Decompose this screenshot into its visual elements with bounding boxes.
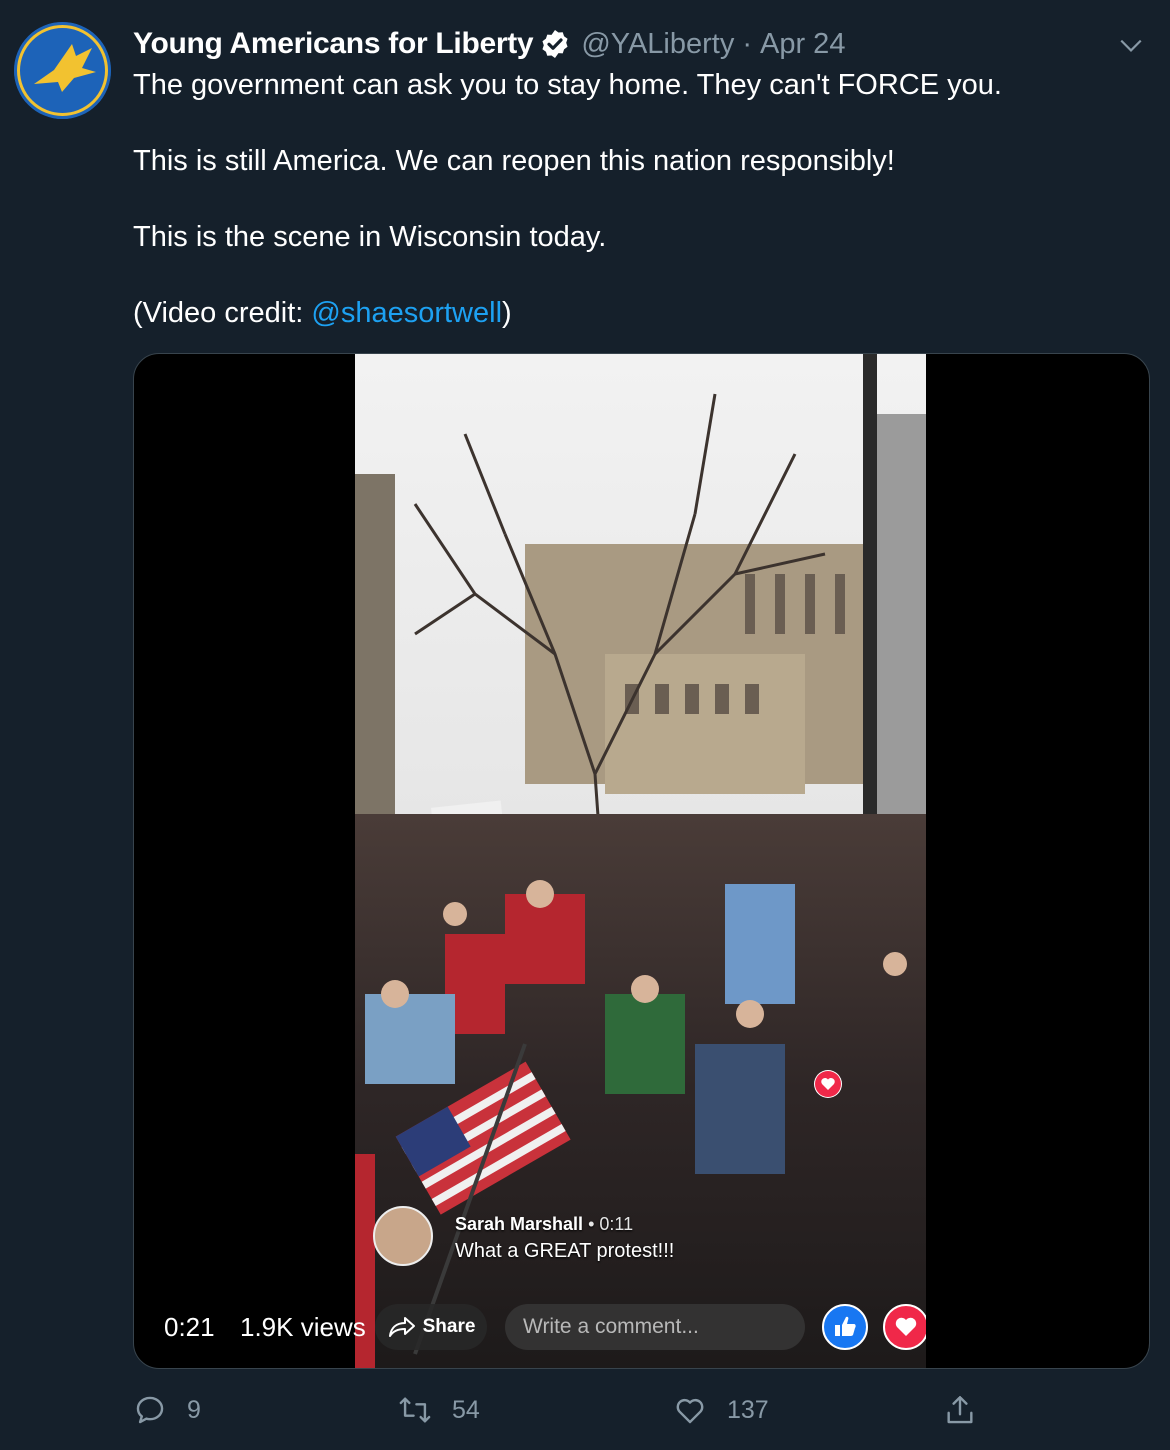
avatar[interactable] [14, 22, 111, 119]
credit-mention-link[interactable]: @shaesortwell [311, 297, 502, 329]
love-reaction-button[interactable] [883, 1304, 926, 1350]
floating-heart-reaction [814, 1070, 842, 1098]
like-count: 137 [727, 1395, 769, 1424]
retweet-button[interactable]: 54 [398, 1385, 480, 1435]
retweet-icon [399, 1397, 431, 1423]
reply-icon [136, 1396, 164, 1424]
fb-video-controls: Share Write a comment... [355, 1302, 926, 1352]
credit-prefix: (Video credit: [133, 297, 312, 329]
video-frame[interactable]: Sarah Marshall • 0:11 What a GREAT prote… [355, 354, 926, 1368]
tweet-text-line: This is the scene in Wisconsin today. [133, 221, 607, 253]
video-player[interactable]: Sarah Marshall • 0:11 What a GREAT prote… [133, 353, 1150, 1369]
display-name[interactable]: Young Americans for Liberty [133, 27, 534, 61]
comment-header: Sarah Marshall • 0:11 [455, 1214, 633, 1235]
thumbs-up-icon [835, 1316, 856, 1336]
eagle-logo-icon [14, 22, 111, 119]
like-button[interactable]: 137 [673, 1385, 769, 1435]
commenter-name: Sarah Marshall [455, 1214, 584, 1234]
video-view-count: 1.9K views [240, 1312, 366, 1342]
tweet[interactable]: Young Americans for Liberty @YALiberty ·… [0, 0, 1170, 1450]
fb-live-comment: Sarah Marshall • 0:11 What a GREAT prote… [373, 1202, 733, 1266]
share-icon [947, 1396, 973, 1424]
tweet-date[interactable]: Apr 24 [760, 28, 845, 61]
share-arrow-icon [388, 1317, 415, 1337]
heart-icon [895, 1317, 917, 1336]
credit-suffix: ) [502, 297, 512, 329]
tweet-text-line: The government can ask you to stay home.… [133, 69, 1002, 101]
comment-time: 0:11 [599, 1214, 634, 1234]
tweet-header: Young Americans for Liberty @YALiberty ·… [133, 24, 845, 64]
video-current-time: 0:21 [164, 1312, 215, 1342]
commenter-avatar [373, 1206, 433, 1266]
reply-button[interactable]: 9 [133, 1385, 201, 1435]
heart-icon [815, 1071, 841, 1097]
verified-badge-icon [542, 30, 568, 58]
share-tweet-button[interactable] [943, 1385, 977, 1435]
video-credit: (Video credit: @shaesortwell) [133, 294, 1133, 332]
tweet-actions: 9 54 137 [133, 1385, 1133, 1435]
comment-text: What a GREAT protest!!! [455, 1240, 675, 1262]
fb-share-button[interactable]: Share [375, 1304, 487, 1350]
reply-count: 9 [187, 1395, 201, 1424]
retweet-count: 54 [452, 1395, 480, 1424]
comment-separator: • [588, 1214, 595, 1234]
chevron-down-icon[interactable] [1118, 32, 1144, 58]
header-separator: · [742, 27, 752, 60]
heart-outline-icon [676, 1398, 704, 1424]
handle[interactable]: @YALiberty [581, 28, 734, 61]
tweet-text-line: This is still America. We can reopen thi… [133, 145, 895, 177]
like-reaction-button[interactable] [822, 1304, 868, 1350]
fb-comment-input[interactable]: Write a comment... [505, 1304, 805, 1350]
tweet-text: The government can ask you to stay home.… [133, 66, 1133, 332]
fb-share-label: Share [422, 1316, 476, 1337]
